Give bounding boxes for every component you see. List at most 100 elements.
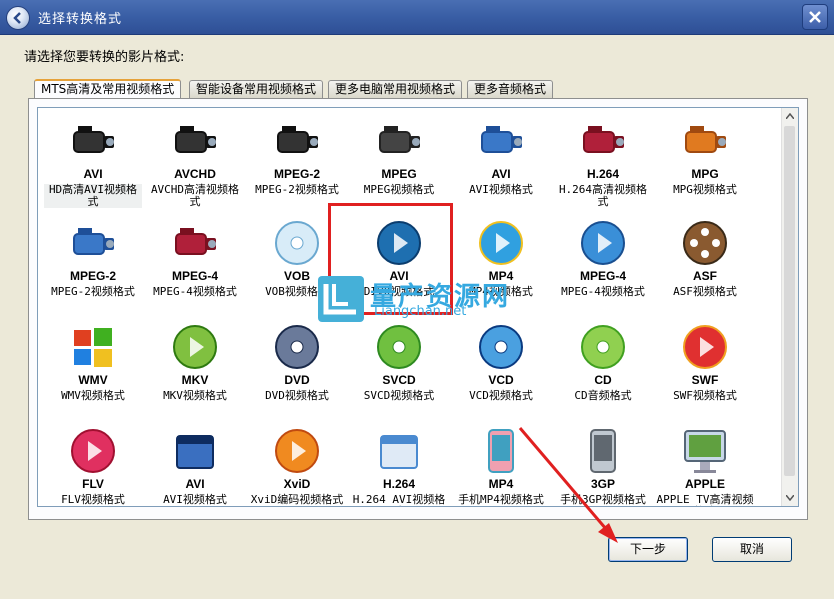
format-item[interactable]: H.264 H.264 AVI视频格式: [348, 426, 450, 507]
format-description: H.264 AVI视频格式: [352, 493, 446, 507]
format-item[interactable]: WMV WMV视频格式: [42, 322, 144, 422]
camcorder-blue-icon: [476, 116, 526, 166]
format-name: MPEG-2: [69, 269, 116, 283]
format-name: MPEG-4: [579, 269, 626, 283]
format-item[interactable]: SWF SWF视频格式: [654, 322, 756, 422]
format-item[interactable]: H.264 H.264高清视频格式: [552, 116, 654, 216]
vertical-scrollbar[interactable]: [781, 108, 798, 506]
format-item[interactable]: MP4 手机MP4视频格式: [450, 426, 552, 506]
format-description: HD高清AVI视频格式: [44, 184, 142, 208]
play-button-icon: [476, 218, 526, 268]
xvid-icon: [272, 426, 322, 476]
format-description: SWF视频格式: [673, 389, 737, 402]
close-button[interactable]: [802, 4, 828, 30]
format-description: CD音频格式: [574, 389, 632, 402]
tab-more-pc-formats[interactable]: 更多电脑常用视频格式: [328, 80, 463, 98]
h264-box-icon: [374, 426, 424, 476]
format-item[interactable]: SVCD SVCD视频格式: [348, 322, 450, 422]
cancel-button[interactable]: 取消: [712, 537, 792, 562]
chevron-down-icon: [786, 495, 794, 501]
disc-box-icon: [272, 218, 322, 268]
format-description: 手机3GP视频格式: [560, 493, 646, 506]
watermark: 量产资源网 Liangchan.net: [318, 270, 530, 328]
tab-audio-formats[interactable]: 更多音频格式: [467, 80, 554, 98]
format-name: WMV: [78, 373, 108, 387]
format-item[interactable]: APPLE APPLE TV高清视频格式: [654, 426, 756, 506]
camcorder-blue-icon: [68, 218, 118, 268]
format-description: AVCHD高清视频格式: [150, 183, 240, 208]
format-description: XviD编码视频格式: [250, 493, 344, 506]
format-name: MKV: [181, 373, 209, 387]
tab-smart-devices[interactable]: 智能设备常用视频格式: [189, 80, 324, 98]
next-button[interactable]: 下一步: [608, 537, 688, 562]
camcorder-shoulder-icon: [374, 116, 424, 166]
watermark-logo-icon: [318, 276, 364, 322]
format-item[interactable]: MPEG-2 MPEG-2视频格式: [246, 116, 348, 216]
format-item[interactable]: FLV FLV视频格式: [42, 426, 144, 506]
format-name: AVI: [83, 167, 103, 181]
format-item[interactable]: CD CD音频格式: [552, 322, 654, 422]
cd-music-icon: [578, 322, 628, 372]
scroll-thumb[interactable]: [784, 126, 795, 476]
format-item[interactable]: AVI HD高清AVI视频格式: [42, 116, 144, 216]
format-item[interactable]: VCD VCD视频格式: [450, 322, 552, 422]
format-description: MPEG-4视频格式: [561, 285, 645, 298]
format-item[interactable]: AVI AVI视频格式: [144, 426, 246, 506]
format-item[interactable]: MPEG-4 MPEG-4视频格式: [552, 218, 654, 318]
format-name: CD: [594, 373, 612, 387]
format-description: AVI视频格式: [163, 493, 227, 506]
vcd-disc-icon: [476, 322, 526, 372]
camcorder-pro-icon: [170, 116, 220, 166]
format-description: MPEG-4视频格式: [153, 285, 237, 298]
quicktime-icon: [578, 218, 628, 268]
phone-icon: [578, 426, 628, 476]
format-item[interactable]: AVCHD AVCHD高清视频格式: [144, 116, 246, 216]
format-name: MP4: [488, 477, 514, 491]
format-description: SVCD视频格式: [363, 389, 435, 402]
format-item[interactable]: MPG MPG视频格式: [654, 116, 756, 216]
format-item[interactable]: XviD XviD编码视频格式: [246, 426, 348, 506]
format-name: MPG: [691, 167, 719, 181]
format-name: SWF: [691, 373, 719, 387]
camcorder-orange-icon: [680, 116, 730, 166]
format-description: MKV视频格式: [163, 389, 227, 402]
format-name: XviD: [283, 477, 311, 491]
format-name: ASF: [693, 269, 717, 283]
format-item[interactable]: DVD DVD视频格式: [246, 322, 348, 422]
prompt-label: 请选择您要转换的影片格式:: [24, 50, 185, 65]
format-item[interactable]: AVI AVI视频格式: [450, 116, 552, 216]
tab-mts-hd[interactable]: MTS高清及常用视频格式: [34, 79, 182, 100]
format-item[interactable]: MKV MKV视频格式: [144, 322, 246, 422]
format-name: AVCHD: [174, 167, 216, 181]
format-name: H.264: [586, 167, 620, 181]
mkv-icon: [170, 322, 220, 372]
format-description: MPEG-2视频格式: [51, 285, 135, 298]
format-name: SVCD: [382, 373, 416, 387]
format-description: AVI视频格式: [469, 183, 533, 196]
format-name: APPLE: [684, 477, 725, 491]
format-item[interactable]: 3GP 手机3GP视频格式: [552, 426, 654, 506]
app-back-icon[interactable]: [6, 6, 30, 30]
scroll-down-button[interactable]: [782, 490, 798, 506]
format-name: DVD: [284, 373, 310, 387]
format-name: VCD: [488, 373, 514, 387]
format-description: MPEG-2视频格式: [255, 183, 339, 196]
format-item[interactable]: MPEG-2 MPEG-2视频格式: [42, 218, 144, 318]
format-item[interactable]: MPEG MPEG视频格式: [348, 116, 450, 216]
format-description: DVD视频格式: [265, 389, 329, 402]
format-name: FLV: [82, 477, 104, 491]
imac-icon: [680, 426, 730, 476]
format-name: H.264: [382, 477, 416, 491]
watermark-sub: Liangchan.net: [374, 304, 467, 319]
title-bar: 选择转换格式: [0, 0, 834, 35]
camcorder-red-icon: [578, 116, 628, 166]
svcd-disc-icon: [374, 322, 424, 372]
window-title: 选择转换格式: [38, 12, 123, 27]
format-item[interactable]: ASF ASF视频格式: [654, 218, 756, 318]
format-name: AVI: [185, 477, 205, 491]
format-item[interactable]: MPEG-4 MPEG-4视频格式: [144, 218, 246, 318]
clapperboard-icon: [170, 426, 220, 476]
scroll-up-button[interactable]: [782, 108, 798, 124]
film-reel-icon: [680, 218, 730, 268]
camcorder-red-icon: [170, 218, 220, 268]
